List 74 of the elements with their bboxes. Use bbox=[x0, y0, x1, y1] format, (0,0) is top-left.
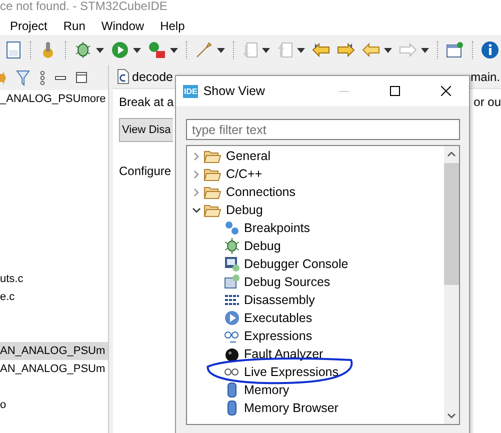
bomb-icon bbox=[224, 346, 240, 362]
play-icon[interactable] bbox=[111, 41, 129, 59]
dialog-title: Show View bbox=[203, 84, 266, 98]
tree-item[interactable]: Live Expressions bbox=[187, 363, 444, 381]
editor-tab[interactable]: decode bbox=[113, 65, 178, 88]
tree-item[interactable]: Debug bbox=[187, 237, 444, 255]
tree-item[interactable]: Debug bbox=[187, 201, 444, 219]
tree-item[interactable]: General bbox=[187, 147, 444, 165]
back-star-arrow-icon[interactable] bbox=[312, 42, 330, 58]
tree-item[interactable]: AN_ANALOG_PSUm bbox=[0, 360, 108, 378]
document-icon[interactable] bbox=[6, 41, 22, 59]
app-logo: IDE bbox=[183, 84, 198, 98]
caret-icon[interactable] bbox=[170, 48, 178, 52]
tree-item[interactable]: Debug Sources bbox=[187, 273, 444, 291]
play-icon bbox=[224, 310, 240, 326]
caret-icon[interactable] bbox=[96, 48, 104, 52]
info-icon[interactable] bbox=[481, 41, 499, 59]
tree-item[interactable]: e.c bbox=[0, 288, 108, 306]
tree-item[interactable]: Memory Browser bbox=[187, 399, 444, 417]
editor-text: Break at a bbox=[119, 95, 174, 109]
bug-icon bbox=[224, 238, 240, 254]
expanded-chevron-icon[interactable] bbox=[192, 206, 201, 214]
tree-item[interactable]: C/C++ bbox=[187, 165, 444, 183]
editor-text: or ou bbox=[474, 95, 501, 111]
tree-item[interactable]: Disassembly bbox=[187, 291, 444, 309]
minimize-icon[interactable] bbox=[55, 76, 66, 80]
menu-item[interactable]: Project bbox=[10, 19, 48, 33]
caret-icon[interactable] bbox=[262, 48, 270, 52]
collapsed-chevron-icon[interactable] bbox=[192, 188, 201, 196]
collapsed-chevron-icon[interactable] bbox=[192, 152, 201, 160]
tree-item[interactable]: Executables bbox=[187, 309, 444, 327]
tree-item[interactable]: Memory bbox=[187, 381, 444, 399]
tree-item[interactable]: Connections bbox=[187, 183, 444, 201]
filter-field[interactable]: type filter text bbox=[186, 119, 460, 140]
forward-star-arrow-icon[interactable] bbox=[337, 42, 355, 58]
bug-icon[interactable] bbox=[74, 41, 92, 59]
c-file-icon bbox=[117, 69, 129, 84]
tree-item[interactable]: Debugger Console bbox=[187, 255, 444, 273]
caret-icon[interactable] bbox=[421, 48, 429, 52]
folder-icon bbox=[204, 204, 221, 216]
filter-icon[interactable] bbox=[16, 70, 30, 86]
caret-icon[interactable] bbox=[297, 48, 305, 52]
menu-item[interactable]: Run bbox=[63, 19, 86, 33]
caret-icon[interactable] bbox=[384, 48, 392, 52]
minimize-icon bbox=[339, 90, 349, 92]
more-options-icon[interactable] bbox=[40, 70, 45, 84]
tree-item[interactable]: o bbox=[0, 396, 108, 414]
sources-icon bbox=[224, 274, 240, 290]
collapsed-chevron-icon[interactable] bbox=[192, 170, 201, 178]
close-icon bbox=[441, 86, 451, 96]
scrollbar-thumb[interactable] bbox=[444, 163, 459, 285]
disassembly-icon bbox=[224, 292, 240, 308]
tree-item[interactable]: _ANALOG_PSUmore bbox=[0, 90, 108, 108]
maximize-icon bbox=[390, 86, 400, 96]
folder-icon bbox=[204, 168, 221, 180]
console-icon bbox=[224, 256, 240, 272]
caret-icon[interactable] bbox=[133, 48, 141, 52]
tree-item[interactable]: Breakpoints bbox=[187, 219, 444, 237]
tree-item[interactable]: uts.c bbox=[0, 270, 108, 288]
breakpoints-icon bbox=[224, 220, 240, 236]
tree-item[interactable]: Fault Analyzer bbox=[187, 345, 444, 363]
tree-item[interactable]: AN_ANALOG_PSUm bbox=[0, 342, 108, 360]
caret-icon[interactable] bbox=[217, 48, 225, 52]
window-title: ce not found. - STM32CubeIDE bbox=[0, 0, 168, 15]
folder-icon bbox=[204, 186, 221, 198]
window-pin-icon[interactable] bbox=[446, 41, 464, 59]
editor-tab[interactable]: main. bbox=[470, 65, 500, 88]
menu-item[interactable]: Help bbox=[160, 19, 185, 33]
folder-icon bbox=[204, 150, 221, 162]
editor-text: Configure bbox=[119, 164, 172, 178]
tree-item[interactable]: Expressions bbox=[187, 327, 444, 345]
view-disassembly-button[interactable]: View Disa bbox=[119, 118, 173, 142]
menu-item[interactable]: Window bbox=[101, 19, 144, 33]
maximize-icon[interactable] bbox=[76, 72, 87, 83]
